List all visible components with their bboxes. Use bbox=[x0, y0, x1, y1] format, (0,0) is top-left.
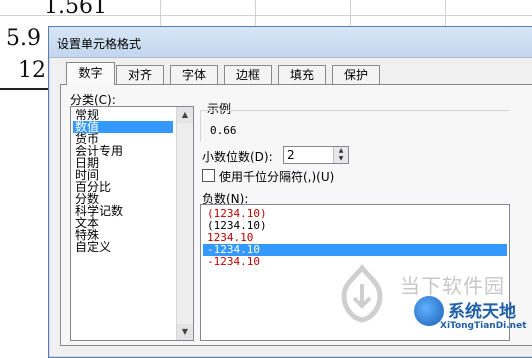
watermark-url: XiTongTianDi.net bbox=[440, 321, 527, 331]
tab-protection[interactable]: 保护 bbox=[332, 65, 380, 85]
dialog-title: 设置单元格格式 bbox=[57, 37, 142, 51]
watermark-logo-icon bbox=[341, 263, 383, 323]
thousands-separator-checkbox[interactable] bbox=[202, 169, 215, 182]
decimal-places-label: 小数位数(D): bbox=[202, 150, 273, 164]
tab-number[interactable]: 数字 bbox=[66, 62, 115, 85]
thousands-separator-label: 使用千位分隔符(,)(U) bbox=[219, 170, 335, 184]
cell-value[interactable]: 5.9 bbox=[6, 26, 41, 51]
tab-alignment[interactable]: 对齐 bbox=[116, 65, 164, 85]
sample-value: 0.66 bbox=[210, 124, 237, 137]
decimal-places-stepper[interactable]: 2 ▲ ▼ bbox=[283, 146, 349, 164]
tab-border[interactable]: 边框 bbox=[224, 65, 272, 85]
stepper-buttons: ▲ ▼ bbox=[333, 147, 348, 163]
dialog-titlebar[interactable]: 设置单元格格式 bbox=[49, 27, 532, 58]
sample-group bbox=[200, 110, 509, 141]
cell-value[interactable]: 1.561 bbox=[44, 0, 107, 19]
tab-font[interactable]: 字体 bbox=[170, 65, 218, 85]
increment-icon[interactable]: ▲ bbox=[334, 147, 348, 155]
watermark-brand: 当下软件园 bbox=[400, 274, 505, 298]
decrement-icon[interactable]: ▼ bbox=[334, 155, 348, 163]
category-scrollbar[interactable]: ▲ ▼ bbox=[176, 107, 193, 340]
watermark-logo-text: 系统天地 bbox=[448, 302, 516, 322]
scroll-down-icon[interactable]: ▼ bbox=[177, 324, 193, 340]
list-item[interactable]: 自定义 bbox=[73, 241, 113, 253]
tab-fill[interactable]: 填充 bbox=[278, 65, 326, 85]
category-list[interactable]: 常规 数值 货币 会计专用 日期 时间 百分比 分数 科学记数 文本 特殊 自定… bbox=[70, 106, 194, 341]
decimal-places-value[interactable]: 2 bbox=[287, 148, 295, 162]
cell-border-bottom bbox=[0, 88, 48, 90]
scroll-up-icon[interactable]: ▲ bbox=[177, 107, 193, 123]
